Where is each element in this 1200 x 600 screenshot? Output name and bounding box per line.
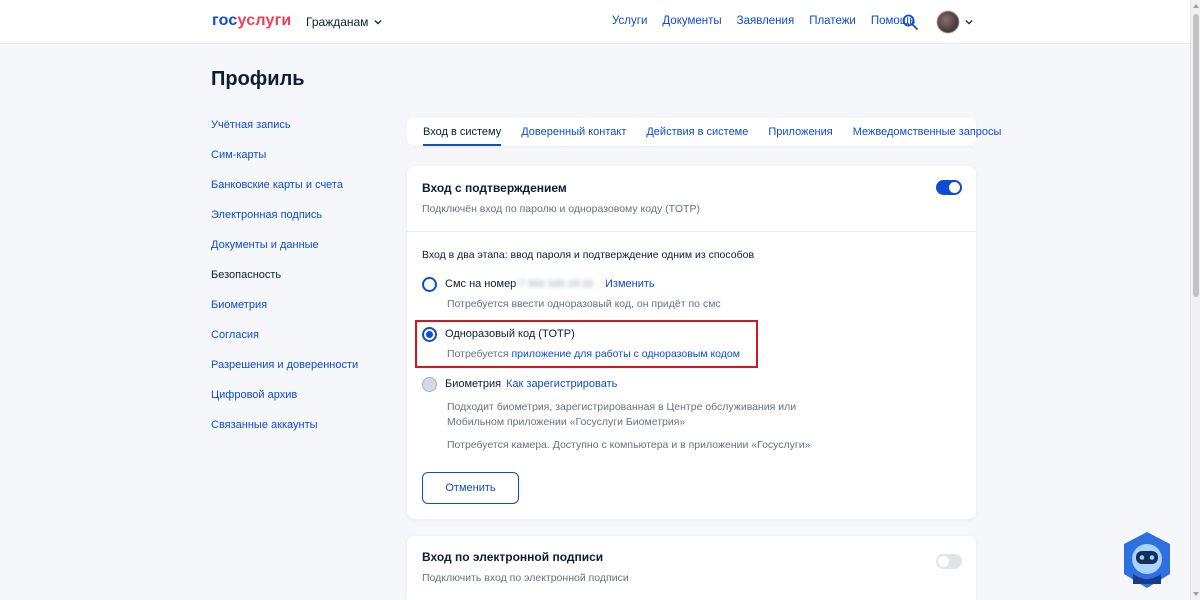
tab-system-actions[interactable]: Действия в системе xyxy=(646,118,748,146)
chevron-down-icon xyxy=(374,19,383,25)
main-nav: Услуги Документы Заявления Платежи Помощ… xyxy=(612,15,930,27)
radio-sms[interactable] xyxy=(422,277,437,292)
chevron-down-icon xyxy=(965,19,973,25)
esign-login-title: Вход по электронной подписи xyxy=(422,550,604,564)
top-header: гос услуги Гражданам Услуги Документы Зая… xyxy=(0,0,1190,44)
nav-services[interactable]: Услуги xyxy=(612,15,647,27)
audience-label: Гражданам xyxy=(306,15,369,29)
biometry-note-line-3: Потребуется камера. Доступно с компьютер… xyxy=(447,439,811,451)
page-scrollbar[interactable] xyxy=(1190,0,1200,600)
audience-selector[interactable]: Гражданам xyxy=(306,15,383,29)
scroll-up-arrow-icon[interactable] xyxy=(1193,4,1199,8)
nav-payments[interactable]: Платежи xyxy=(809,15,856,27)
divider xyxy=(407,231,976,232)
esign-login-card: Вход по электронной подписи Подключить в… xyxy=(407,536,976,600)
radio-biometry xyxy=(422,377,437,392)
toggle-knob xyxy=(949,182,960,193)
biometry-note-line-2: Мобильном приложении «Госуслуги Биометри… xyxy=(447,416,686,428)
robot-assistant-icon[interactable] xyxy=(1120,530,1174,590)
biometry-label: Биометрия xyxy=(445,378,502,390)
radio-totp[interactable] xyxy=(422,327,437,342)
sidebar-item-biometry[interactable]: Биометрия xyxy=(211,299,358,329)
tab-trusted-contact[interactable]: Доверенный контакт xyxy=(521,118,626,146)
sidebar-item-security[interactable]: Безопасность xyxy=(211,269,358,299)
sms-note: Потребуется ввести одноразовый код, он п… xyxy=(447,298,721,310)
biometry-note-line-1: Подходит биометрия, зарегистрированная в… xyxy=(447,401,797,413)
tab-applications[interactable]: Приложения xyxy=(768,118,832,146)
two-factor-subtitle: Подключён вход по паролю и одноразовому … xyxy=(422,203,700,215)
totp-note-prefix: Потребуется xyxy=(447,348,509,360)
sidebar-item-linked-accounts[interactable]: Связанные аккаунты xyxy=(211,419,358,449)
sidebar-item-account[interactable]: Учётная запись xyxy=(211,119,358,149)
sidebar-item-bank-cards[interactable]: Банковские карты и счета xyxy=(211,179,358,209)
nav-documents[interactable]: Документы xyxy=(662,15,721,27)
sidebar-item-documents[interactable]: Документы и данные xyxy=(211,239,358,269)
sidebar-item-e-signature[interactable]: Электронная подпись xyxy=(211,209,358,239)
biometry-register-link[interactable]: Как зарегистрировать xyxy=(506,378,617,390)
logo-part-2: услуги xyxy=(237,12,292,29)
esign-login-toggle[interactable] xyxy=(936,554,962,569)
two-factor-intro: Вход в два этапа: ввод пароля и подтверж… xyxy=(422,249,755,261)
tab-login[interactable]: Вход в систему xyxy=(423,118,502,146)
cancel-button[interactable]: Отменить xyxy=(422,472,519,504)
toggle-knob xyxy=(938,556,949,567)
sidebar-item-digital-archive[interactable]: Цифровой архив xyxy=(211,389,358,419)
nav-applications[interactable]: Заявления xyxy=(737,15,795,27)
profile-sidebar: Учётная запись Сим-карты Банковские карт… xyxy=(211,119,358,449)
scroll-down-arrow-icon[interactable] xyxy=(1193,592,1199,596)
two-factor-card: Вход с подтверждением Подключён вход по … xyxy=(407,166,976,519)
totp-app-link[interactable]: приложение для работы с одноразовым кодо… xyxy=(511,348,739,360)
user-menu[interactable] xyxy=(937,11,973,33)
totp-note: Потребуется приложение для работы с одно… xyxy=(447,348,740,360)
avatar xyxy=(937,11,959,33)
gosuslugi-logo[interactable]: гос услуги xyxy=(212,12,291,30)
esign-login-subtitle: Подключить вход по электронной подписи xyxy=(422,572,629,584)
scroll-thumb[interactable] xyxy=(1193,14,1199,297)
search-icon[interactable] xyxy=(902,14,918,30)
page-title: Профиль xyxy=(211,68,305,90)
two-factor-toggle[interactable] xyxy=(936,180,962,195)
sms-label: Смс на номер xyxy=(445,278,517,290)
sidebar-item-sim-cards[interactable]: Сим-карты xyxy=(211,149,358,179)
sidebar-item-consents[interactable]: Согласия xyxy=(211,329,358,359)
tab-interagency-requests[interactable]: Межведомственные запросы xyxy=(853,118,1002,146)
sidebar-item-permissions[interactable]: Разрешения и доверенности xyxy=(211,359,358,389)
totp-label: Одноразовый код (TOTP) xyxy=(445,328,575,340)
security-tabs: Вход в систему Доверенный контакт Действ… xyxy=(407,118,1001,146)
two-factor-title: Вход с подтверждением xyxy=(422,181,567,195)
logo-part-1: гос xyxy=(212,12,238,29)
sms-phone-number: +7 900 349-18-33 xyxy=(514,279,594,290)
change-phone-link[interactable]: Изменить xyxy=(605,278,655,290)
